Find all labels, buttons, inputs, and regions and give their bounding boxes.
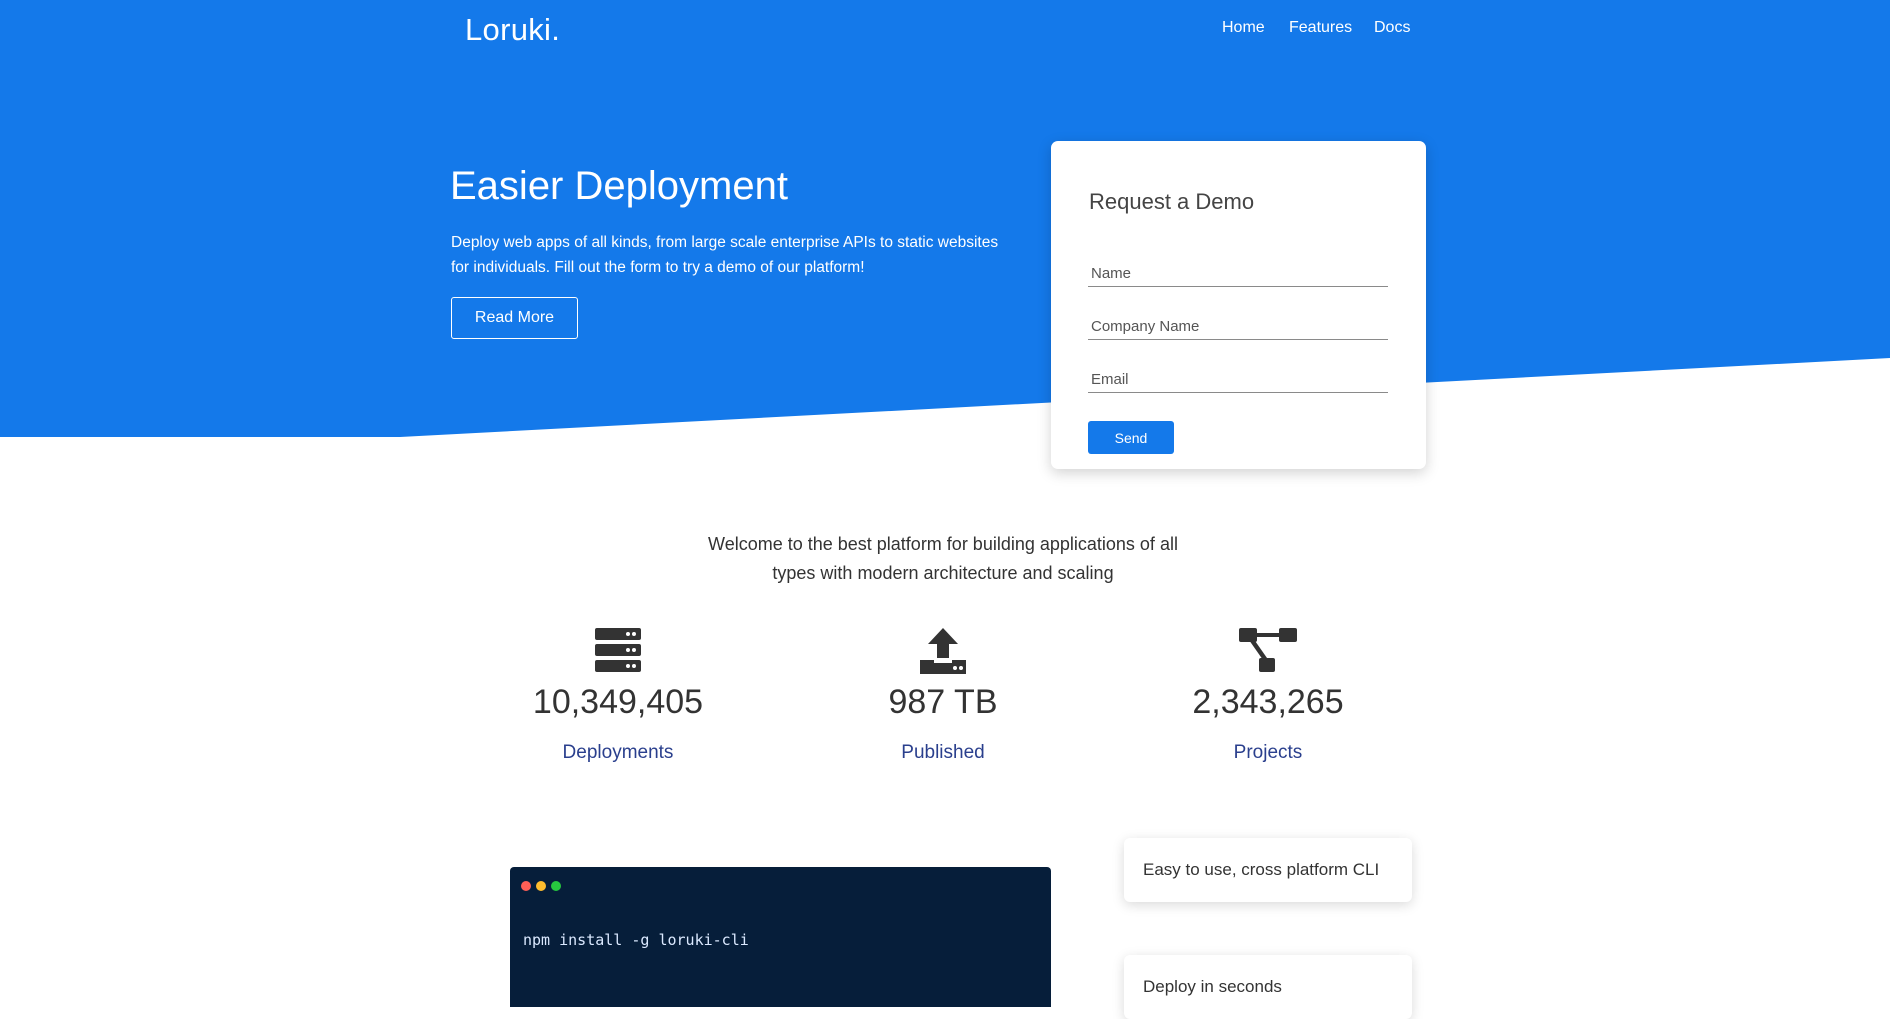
hero-title: Easier Deployment bbox=[450, 164, 788, 208]
stat-value: 10,349,405 bbox=[532, 683, 704, 721]
demo-form-title: Request a Demo bbox=[1089, 189, 1255, 214]
logo[interactable]: Loruki. bbox=[465, 12, 560, 48]
minimize-dot-icon bbox=[536, 881, 546, 891]
terminal-window: npm install -g loruki-cli bbox=[510, 867, 1051, 1007]
name-input[interactable] bbox=[1088, 261, 1388, 287]
company-name-input[interactable] bbox=[1088, 314, 1388, 340]
stat-value: 2,343,265 bbox=[1192, 683, 1344, 721]
stat-label: Deployments bbox=[562, 742, 674, 763]
server-icon bbox=[488, 628, 748, 676]
stat-label: Projects bbox=[1233, 742, 1303, 763]
hero-description: Deploy web apps of all kinds, from large… bbox=[451, 234, 999, 276]
navbar: Loruki. Home Features Docs bbox=[0, 0, 1890, 60]
stat-deployments: 10,349,405 Deployments bbox=[488, 628, 748, 764]
terminal-command: npm install -g loruki-cli bbox=[523, 931, 749, 949]
demo-form-card: Request a Demo Send bbox=[1051, 141, 1426, 469]
send-button[interactable]: Send bbox=[1088, 421, 1174, 454]
stat-value: 987 TB bbox=[888, 683, 998, 721]
feature-card-cli: Easy to use, cross platform CLI bbox=[1124, 838, 1412, 902]
read-more-button[interactable]: Read More bbox=[451, 297, 578, 339]
feature-card-deploy: Deploy in seconds bbox=[1124, 955, 1412, 1019]
stat-projects: 2,343,265 Projects bbox=[1138, 628, 1398, 764]
email-input[interactable] bbox=[1088, 367, 1388, 393]
upload-icon bbox=[813, 628, 1073, 676]
nav-link-home[interactable]: Home bbox=[1222, 19, 1265, 37]
welcome-text: Welcome to the best platform for buildin… bbox=[708, 534, 1178, 583]
nav-link-features[interactable]: Features bbox=[1289, 19, 1352, 37]
project-diagram-icon bbox=[1138, 628, 1398, 676]
feature-card-label: Deploy in seconds bbox=[1143, 977, 1282, 996]
maximize-dot-icon bbox=[551, 881, 561, 891]
nav-link-docs[interactable]: Docs bbox=[1374, 19, 1410, 37]
stat-published: 987 TB Published bbox=[813, 628, 1073, 764]
hero-background bbox=[0, 0, 1890, 437]
close-dot-icon bbox=[521, 881, 531, 891]
feature-card-label: Easy to use, cross platform CLI bbox=[1143, 860, 1380, 879]
stat-label: Published bbox=[901, 742, 985, 763]
